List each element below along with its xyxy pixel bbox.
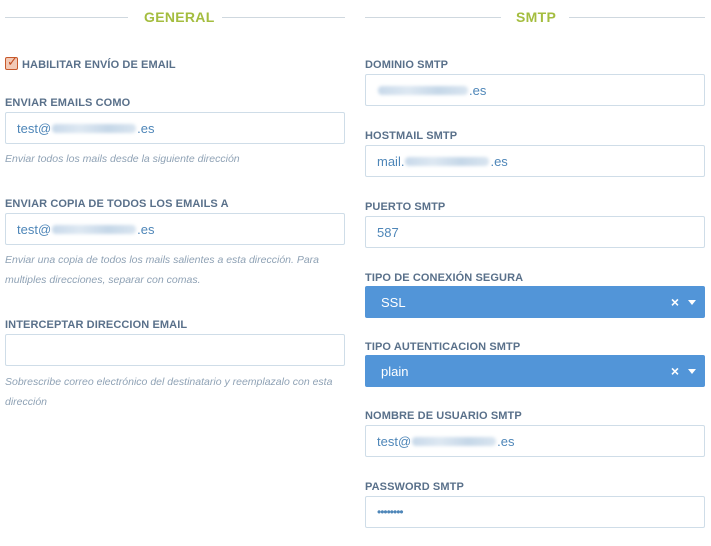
smtp-section: SMTP DOMINIO SMTP .es HOSTMAIL SMTP mail… (365, 0, 705, 528)
intercept-label: INTERCEPTAR DIRECCION EMAIL (5, 319, 188, 331)
copy-to-label: ENVIAR COPIA DE TODOS LOS EMAILS A (5, 198, 229, 210)
smtp-port-label: PUERTO SMTP (365, 201, 446, 213)
send-as-label: ENVIAR EMAILS COMO (5, 97, 131, 109)
clear-icon[interactable]: × (671, 294, 679, 310)
smtp-domain-label: DOMINIO SMTP (365, 59, 449, 71)
smtp-password-label: PASSWORD SMTP (365, 481, 464, 493)
divider (569, 17, 705, 18)
secure-connection-value: SSL (381, 294, 406, 310)
redacted-text (378, 85, 468, 95)
general-section: GENERAL ✓ HABILITAR ENVÍO DE EMAIL ENVIA… (5, 0, 345, 408)
smtp-host-field[interactable]: mail. .es (365, 145, 705, 177)
divider (5, 17, 128, 18)
send-as-help: Enviar todos los mails desde la siguient… (5, 153, 240, 165)
clear-icon[interactable]: × (671, 363, 679, 379)
smtp-host-label: HOSTMAIL SMTP (365, 130, 458, 142)
divider (222, 17, 345, 18)
send-as-field[interactable]: test@ .es (5, 112, 345, 144)
auth-type-label: TIPO AUTENTICACION SMTP (365, 341, 521, 353)
enable-email-label[interactable]: HABILITAR ENVÍO DE EMAIL (22, 59, 176, 71)
copy-to-help: Enviar una copia de todos los mails sali… (5, 254, 320, 286)
enable-email-checkbox[interactable]: ✓ (5, 54, 18, 70)
general-title: GENERAL (144, 9, 215, 25)
smtp-user-field[interactable]: test@ .es (365, 425, 705, 457)
smtp-title: SMTP (516, 9, 557, 25)
check-icon: ✓ (7, 54, 18, 69)
general-header: GENERAL (5, 0, 345, 34)
redacted-text (405, 156, 490, 166)
auth-type-select[interactable]: plain × (365, 355, 705, 387)
secure-connection-select[interactable]: SSL × (365, 286, 705, 318)
auth-type-value: plain (381, 363, 409, 379)
smtp-port-field[interactable]: 587 (365, 216, 705, 248)
chevron-down-icon[interactable] (688, 369, 696, 374)
redacted-text (52, 123, 137, 133)
smtp-user-label: NOMBRE DE USUARIO SMTP (365, 410, 522, 422)
smtp-header: SMTP (365, 0, 705, 34)
intercept-field[interactable] (5, 334, 345, 366)
redacted-text (412, 436, 497, 446)
smtp-domain-field[interactable]: .es (365, 74, 705, 106)
smtp-password-field[interactable]: •••••••• (365, 496, 705, 528)
copy-to-field[interactable]: test@ .es (5, 213, 345, 245)
intercept-help: Sobrescribe correo electrónico del desti… (5, 376, 333, 408)
secure-connection-label: TIPO DE CONEXIÓN SEGURA (365, 272, 524, 284)
divider (365, 17, 501, 18)
chevron-down-icon[interactable] (688, 300, 696, 305)
redacted-text (52, 224, 137, 234)
